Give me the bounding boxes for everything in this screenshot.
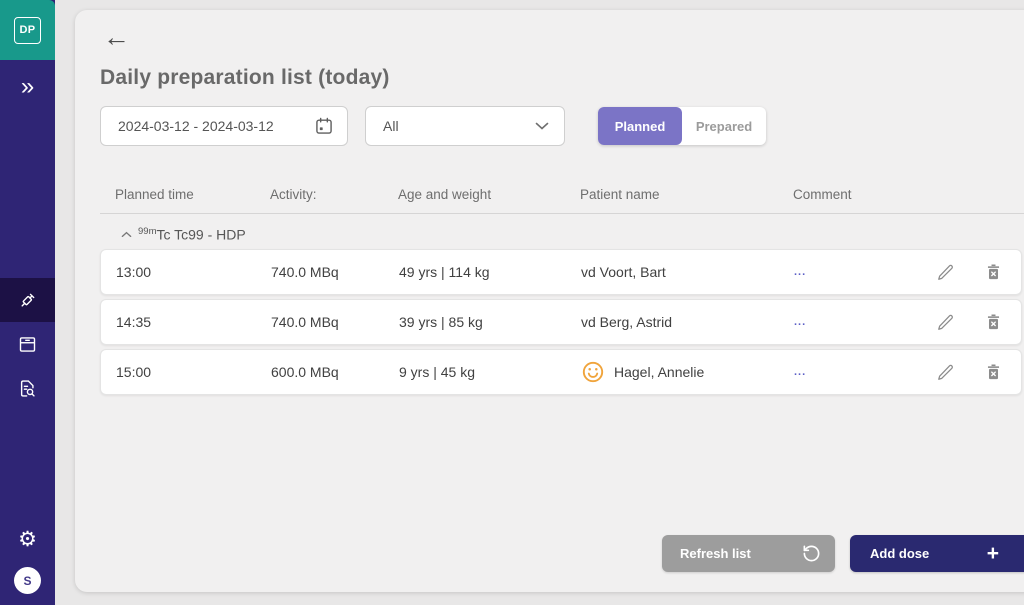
date-range-value: 2024-03-12 - 2024-03-12 (118, 118, 314, 134)
col-age-weight: Age and weight (398, 187, 580, 202)
row-age-weight: 9 yrs | 45 kg (399, 364, 581, 380)
app-window: DP » (0, 0, 1024, 605)
row-patient-name: vd Voort, Bart (581, 264, 794, 280)
row-comment[interactable]: ... (794, 366, 934, 378)
table-row: 15:00 600.0 MBq 9 yrs | 45 kg Hagel, Ann… (100, 349, 1022, 395)
delete-trash-icon[interactable] (982, 361, 1004, 383)
plus-icon: + (987, 543, 999, 564)
settings-gear-icon[interactable]: ⚙ (0, 524, 55, 554)
file-search-icon (17, 378, 38, 399)
toggle-prepared-button[interactable]: Prepared (682, 107, 766, 145)
row-planned-time: 13:00 (116, 264, 271, 280)
col-activity: Activity: (270, 187, 398, 202)
row-activity: 740.0 MBq (271, 264, 399, 280)
chevron-up-icon (121, 231, 132, 238)
table-header: Planned time Activity: Age and weight Pa… (100, 182, 1022, 206)
syringe-icon (17, 290, 38, 311)
table-row: 13:00 740.0 MBq 49 yrs | 114 kg vd Voort… (100, 249, 1022, 295)
table-row: 14:35 740.0 MBq 39 yrs | 85 kg vd Berg, … (100, 299, 1022, 345)
planned-prepared-toggle: Planned Prepared (598, 107, 766, 145)
category-selected-value: All (383, 118, 535, 134)
edit-pencil-icon[interactable] (934, 361, 956, 383)
edit-pencil-icon[interactable] (934, 261, 956, 283)
row-age-weight: 39 yrs | 85 kg (399, 314, 581, 330)
row-activity: 740.0 MBq (271, 314, 399, 330)
row-actions (934, 361, 1024, 383)
header-divider (100, 213, 1024, 214)
isotope-group-label: 99mTc Tc99 - HDP (138, 226, 246, 243)
date-range-picker[interactable]: 2024-03-12 - 2024-03-12 (100, 106, 348, 146)
category-select[interactable]: All (365, 106, 565, 146)
row-patient-name: vd Berg, Astrid (581, 314, 794, 330)
isotope-group-row[interactable]: 99mTc Tc99 - HDP (100, 222, 246, 246)
sidebar-item-document-search[interactable] (0, 366, 55, 410)
back-button[interactable]: ← (103, 24, 130, 51)
sidebar-item-preparation[interactable] (0, 278, 55, 322)
row-comment[interactable]: ... (794, 266, 934, 278)
toggle-planned-button[interactable]: Planned (598, 107, 682, 145)
sidebar: DP » (0, 0, 55, 605)
delete-trash-icon[interactable] (982, 261, 1004, 283)
refresh-list-button[interactable]: Refresh list (662, 535, 835, 572)
app-logo: DP (14, 17, 41, 44)
app-logo-block: DP (0, 0, 55, 60)
calendar-icon (314, 116, 334, 136)
add-dose-button[interactable]: Add dose + (850, 535, 1024, 572)
delete-trash-icon[interactable] (982, 311, 1004, 333)
row-planned-time: 14:35 (116, 314, 271, 330)
col-planned-time: Planned time (115, 187, 270, 202)
archive-box-icon (17, 334, 38, 355)
row-actions (934, 311, 1024, 333)
row-activity: 600.0 MBq (271, 364, 399, 380)
col-patient-name: Patient name (580, 187, 793, 202)
child-smiley-icon (581, 360, 605, 384)
user-avatar[interactable]: S (14, 567, 41, 594)
edit-pencil-icon[interactable] (934, 311, 956, 333)
page-title: Daily preparation list (today) (100, 66, 390, 90)
row-planned-time: 15:00 (116, 364, 271, 380)
refresh-icon (802, 544, 821, 563)
main-panel: ← Daily preparation list (today) 2024-03… (75, 10, 1024, 592)
row-patient-name: Hagel, Annelie (581, 360, 794, 384)
row-age-weight: 49 yrs | 114 kg (399, 264, 581, 280)
row-comment[interactable]: ... (794, 316, 934, 328)
chevron-down-icon (535, 122, 549, 130)
dose-list: 13:00 740.0 MBq 49 yrs | 114 kg vd Voort… (100, 249, 1022, 399)
sidebar-expand-button[interactable]: » (0, 72, 55, 102)
sidebar-item-archive[interactable] (0, 322, 55, 366)
row-actions (934, 261, 1024, 283)
col-comment: Comment (793, 187, 933, 202)
